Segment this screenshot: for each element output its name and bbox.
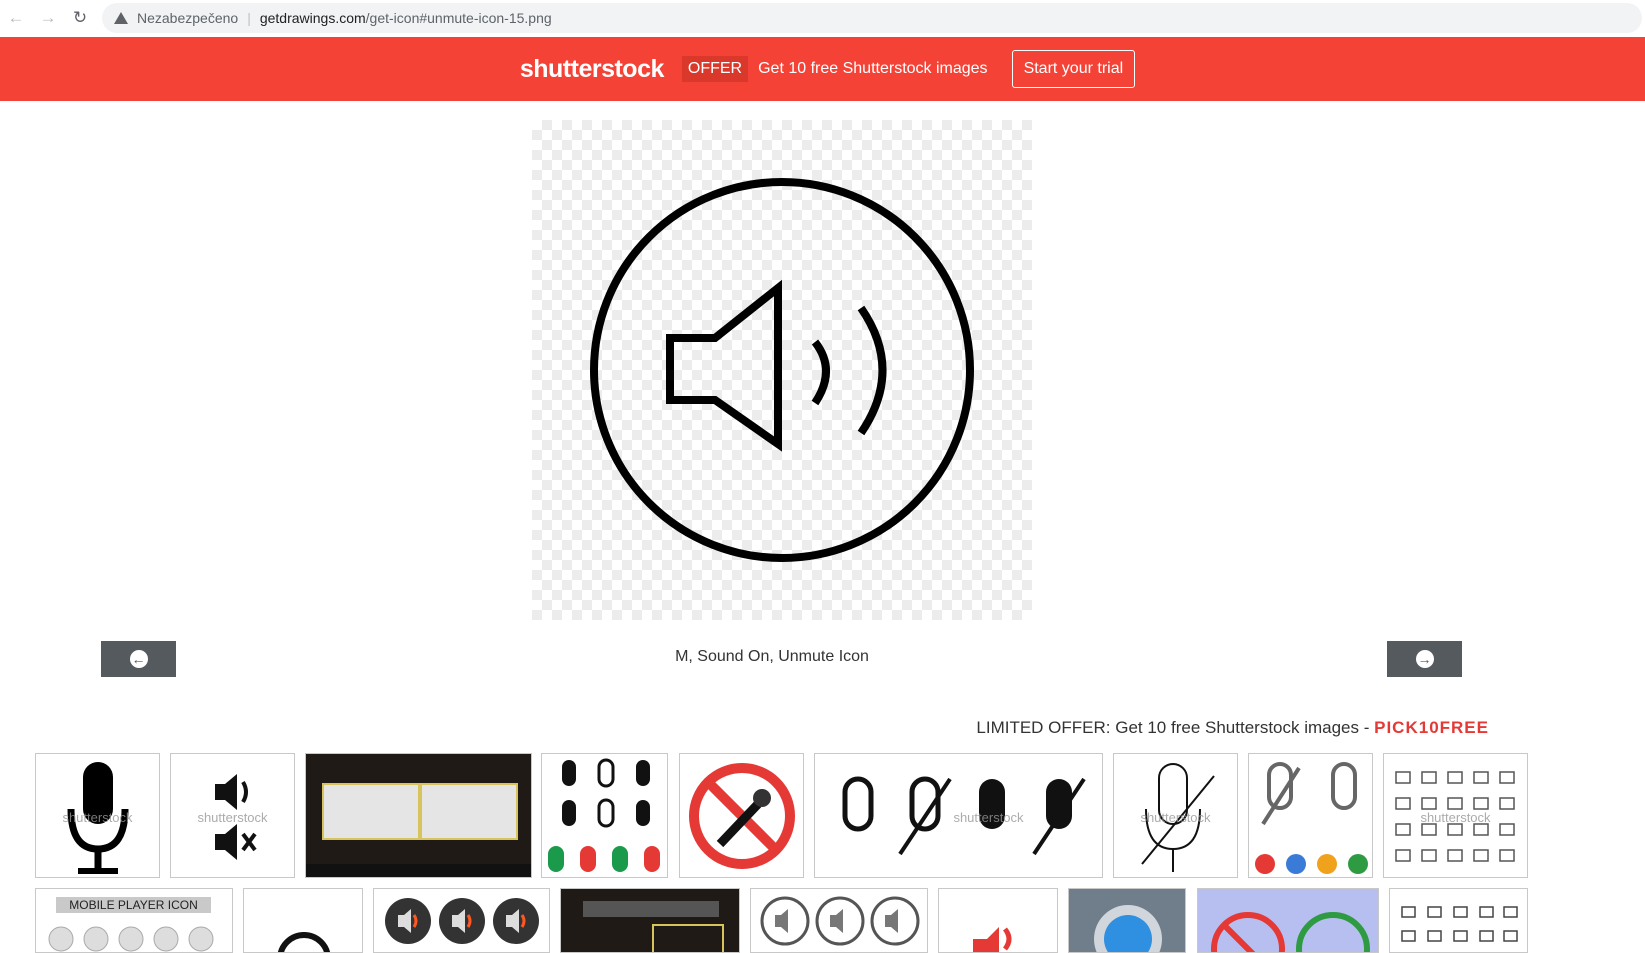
forward-arrow-icon[interactable]: →	[32, 8, 64, 28]
speaker-outline-buttons-icon	[760, 896, 920, 946]
watermark: shutterstock	[953, 810, 1024, 825]
arrow-left-circle-icon: ←	[129, 650, 148, 668]
offer-badge: OFFER	[681, 56, 749, 82]
promo-code[interactable]: PICK10FREE	[1374, 718, 1489, 737]
thumbnail-dark-ui[interactable]	[560, 888, 740, 953]
thumbnail-circle-outline[interactable]	[243, 888, 363, 953]
thumbnail-icon-grid[interactable]: shutterstock	[1383, 753, 1528, 878]
url-separator: |	[247, 10, 251, 26]
icon-preview	[532, 120, 1032, 620]
watermark: shutterstock	[1140, 810, 1211, 825]
limited-offer: LIMITED OFFER: Get 10 free Shutterstock …	[976, 718, 1489, 738]
thumbnail-mic-status[interactable]	[1197, 888, 1379, 953]
limited-offer-text: LIMITED OFFER: Get 10 free Shutterstock …	[976, 718, 1375, 737]
thumbnail-mobile-player[interactable]: MOBILE PLAYER ICON	[35, 888, 233, 953]
no-microphone-icon	[689, 763, 795, 869]
thumbnail-mic-variants[interactable]: shutterstock	[814, 753, 1103, 878]
security-label: Nezabezpečeno	[137, 10, 239, 26]
microphone-set-icon	[548, 758, 660, 872]
url-path: /get-icon#unmute-icon-15.png	[365, 10, 552, 26]
microphone-colored-icon	[1255, 762, 1368, 874]
thumbnail-speaker-buttons[interactable]	[373, 888, 550, 953]
arrow-right-circle-icon: →	[1415, 650, 1434, 668]
microphone-status-icon	[1211, 912, 1370, 952]
watermark: shutterstock	[62, 810, 133, 825]
player-buttons-icon	[48, 926, 214, 952]
address-bar[interactable]: Nezabezpečeno | getdrawings.com/get-icon…	[102, 3, 1642, 33]
shutterstock-logo[interactable]: shutterstock	[520, 55, 665, 84]
thumbnail-icon-grid-2[interactable]	[1389, 888, 1528, 953]
thumbnail-speaker-outline-buttons[interactable]	[750, 888, 928, 953]
thumbnail-no-microphone[interactable]	[679, 753, 804, 878]
thumbnail-mic-set[interactable]	[541, 753, 668, 878]
offer-text: Get 10 free Shutterstock images	[758, 60, 988, 77]
thumbnail-blue-button[interactable]	[1068, 888, 1186, 953]
back-arrow-icon[interactable]: ←	[0, 8, 32, 28]
thumbnail-speaker-mute[interactable]: shutterstock	[170, 753, 295, 878]
start-trial-button[interactable]: Start your trial	[1011, 50, 1136, 88]
thumbnail-microphone[interactable]: shutterstock	[35, 753, 160, 878]
thumbnail-video-call[interactable]	[305, 753, 532, 878]
thumbnail-mic-colored[interactable]	[1248, 753, 1373, 878]
warning-icon	[114, 12, 128, 24]
watermark: shutterstock	[1420, 810, 1491, 825]
dark-ui-icon	[583, 901, 724, 952]
video-call-screen-icon	[306, 783, 531, 877]
thumbnail-mic-off-outline[interactable]: shutterstock	[1113, 753, 1238, 878]
watermark: shutterstock	[197, 810, 268, 825]
icon-caption: M, Sound On, Unmute Icon	[675, 648, 869, 665]
speaker-buttons-icon	[385, 898, 539, 944]
thumbnail-red-speaker[interactable]	[938, 888, 1058, 953]
reload-icon[interactable]: ↻	[64, 8, 96, 28]
blue-button-icon	[1094, 905, 1162, 952]
promo-banner: shutterstock OFFER Get 10 free Shutterst…	[0, 37, 1645, 101]
prev-button[interactable]: ←	[101, 641, 176, 677]
speaker-sound-on-circle-icon	[590, 178, 974, 562]
browser-toolbar: ← → ↻ Nezabezpečeno | getdrawings.com/ge…	[0, 0, 1645, 36]
red-speaker-icon	[973, 927, 1012, 952]
url-host: getdrawings.com	[259, 10, 366, 26]
circle-outline-icon	[277, 932, 331, 952]
icon-grid-2-icon	[1401, 906, 1518, 942]
next-button[interactable]: →	[1387, 641, 1462, 677]
